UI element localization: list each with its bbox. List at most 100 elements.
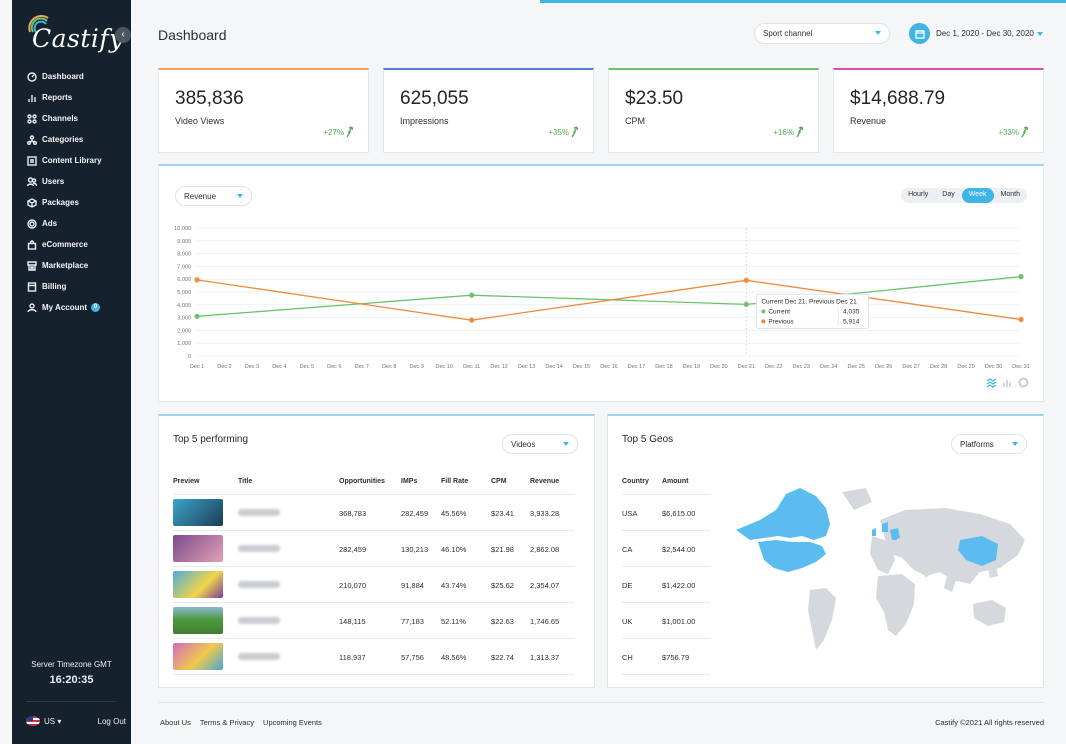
sidebar-item-categories[interactable]: Categories <box>12 129 131 150</box>
copyright: Castify ©2021 All rights reserved <box>935 718 1044 727</box>
revenue-cell: 1,313.37 <box>530 653 560 662</box>
logout-link[interactable]: Log Out <box>98 717 126 726</box>
video-thumbnail[interactable] <box>173 643 223 670</box>
footer-divider <box>158 702 1044 703</box>
tooltip-legend-dot <box>761 319 766 324</box>
y-tick-label: 8,000 <box>177 252 191 258</box>
page: Castify Dashboard Reports Channels Categ… <box>0 0 1066 744</box>
collapse-sidebar-button[interactable]: ‹ <box>115 27 131 43</box>
line-chart-icon[interactable] <box>986 377 997 388</box>
period-month[interactable]: Month <box>994 188 1027 203</box>
locale-selector[interactable]: US ▾ <box>44 717 61 726</box>
users-icon <box>26 176 37 187</box>
footer-link-terms[interactable]: Terms & Privacy <box>200 718 254 727</box>
data-point-current <box>1018 274 1024 280</box>
sidebar-item-packages[interactable]: Packages <box>12 192 131 213</box>
period-hourly[interactable]: Hourly <box>901 188 935 203</box>
table-row[interactable]: 148,115 77,183 52.11% $22.63 1,746.65 <box>173 603 574 639</box>
kpi-card-cpm: $23.50 CPM +16% <box>608 68 819 153</box>
channel-select-value: Sport channel <box>763 29 813 38</box>
tooltip-row-value: 5,914 <box>843 318 860 325</box>
chevron-down-icon <box>875 31 881 35</box>
revenue-cell: 1,746.65 <box>530 617 560 626</box>
opportunities-cell: 148,115 <box>339 617 366 626</box>
geo-row[interactable]: DE $1,422.00 <box>622 567 710 603</box>
fill-rate-cell: 45.56% <box>441 509 467 518</box>
geo-row[interactable]: USA $6,615.00 <box>622 495 710 531</box>
x-tick-label: Dec 1 <box>190 364 204 370</box>
column-header: Revenue <box>530 478 560 485</box>
video-title-blurred[interactable] <box>238 545 280 552</box>
chevron-down-icon[interactable] <box>1037 32 1043 36</box>
filter-value: Platforms <box>960 440 994 449</box>
table-row[interactable]: 210,070 91,884 43.74% $25.62 2,354.07 <box>173 567 574 603</box>
divider <box>26 701 116 702</box>
footer-link-about[interactable]: About Us <box>160 718 191 727</box>
imps-cell: 282,459 <box>401 509 429 518</box>
logo[interactable]: Castify <box>24 14 124 54</box>
table-row[interactable]: 118,937 57,756 48.56% $22.74 1,313.37 <box>173 639 574 675</box>
kpi-value: 625,055 <box>400 88 469 109</box>
x-tick-label: Dec 3 <box>245 364 259 370</box>
footer-link-events[interactable]: Upcoming Events <box>263 718 322 727</box>
channel-select[interactable]: Sport channel <box>754 23 890 44</box>
x-tick-label: Dec 12 <box>490 364 507 370</box>
sidebar-item-users[interactable]: Users <box>12 171 131 192</box>
y-tick-label: 5,000 <box>177 290 191 296</box>
period-day[interactable]: Day <box>935 188 961 203</box>
metric-select[interactable]: Revenue <box>175 186 252 206</box>
country-cell: CH <box>622 653 633 662</box>
table-row[interactable]: 368,783 282,459 45.56% $23.41 3,933.28 <box>173 495 574 531</box>
table-row[interactable]: 282,459 130,213 46.10% $21.98 2,862.08 <box>173 531 574 567</box>
sidebar-item-billing[interactable]: Billing <box>12 276 131 297</box>
video-thumbnail[interactable] <box>173 535 223 562</box>
video-title-blurred[interactable] <box>238 617 280 624</box>
world-map[interactable] <box>730 480 1036 660</box>
fill-rate-cell: 43.74% <box>441 581 467 590</box>
calendar-icon[interactable] <box>909 23 930 44</box>
sidebar-item-marketplace[interactable]: Marketplace <box>12 255 131 276</box>
bar-chart-icon[interactable] <box>1002 377 1013 388</box>
donut-chart-icon[interactable] <box>1018 377 1029 388</box>
geo-row[interactable]: UK $1,001.00 <box>622 603 710 639</box>
sidebar-item-label: Billing <box>42 282 67 291</box>
top-performing-card: Top 5 performing Videos Preview Title Op… <box>158 414 595 688</box>
ads-icon <box>26 218 37 229</box>
sidebar-item-ads[interactable]: Ads <box>12 213 131 234</box>
video-thumbnail[interactable] <box>173 571 223 598</box>
revenue-cell: 2,862.08 <box>530 545 560 554</box>
video-thumbnail[interactable] <box>173 499 223 526</box>
x-tick-label: Dec 15 <box>573 364 590 370</box>
cpm-cell: $23.41 <box>491 509 514 518</box>
sidebar-item-my-account[interactable]: My Account 0 <box>12 297 131 318</box>
video-thumbnail[interactable] <box>173 607 223 634</box>
geo-row[interactable]: CA $2,544.00 <box>622 531 710 567</box>
kpi-label: CPM <box>625 116 645 126</box>
x-tick-label: Dec 9 <box>410 364 424 370</box>
platform-filter-select[interactable]: Platforms <box>951 434 1027 454</box>
kpi-label: Revenue <box>850 116 887 126</box>
data-point-current <box>469 292 475 298</box>
video-filter-select[interactable]: Videos <box>502 434 578 454</box>
sidebar-item-content-library[interactable]: Content Library <box>12 150 131 171</box>
x-tick-label: Dec 20 <box>710 364 727 370</box>
card-title: Top 5 Geos <box>622 434 674 445</box>
column-header: IMPs <box>401 478 418 485</box>
opportunities-cell: 210,070 <box>339 581 367 590</box>
sidebar-item-ecommerce[interactable]: eCommerce <box>12 234 131 255</box>
date-range-picker[interactable]: Dec 1, 2020 - Dec 30, 2020 <box>936 29 1034 38</box>
video-title-blurred[interactable] <box>238 509 280 516</box>
sidebar-item-channels[interactable]: Channels <box>12 108 131 129</box>
period-week[interactable]: Week <box>961 188 994 203</box>
sidebar-item-dashboard[interactable]: Dashboard <box>12 66 131 87</box>
tooltip-row-label: Previous <box>768 318 794 325</box>
video-title-blurred[interactable] <box>238 581 280 588</box>
sidebar-item-reports[interactable]: Reports <box>12 87 131 108</box>
imps-cell: 130,213 <box>401 545 429 554</box>
x-tick-label: Dec 21 <box>738 364 755 370</box>
column-header: Amount <box>662 478 689 485</box>
geo-row[interactable]: CH $756.79 <box>622 639 710 675</box>
video-title-blurred[interactable] <box>238 653 280 660</box>
trend-up-icon <box>1021 126 1029 138</box>
fill-rate-cell: 48.56% <box>441 653 467 662</box>
